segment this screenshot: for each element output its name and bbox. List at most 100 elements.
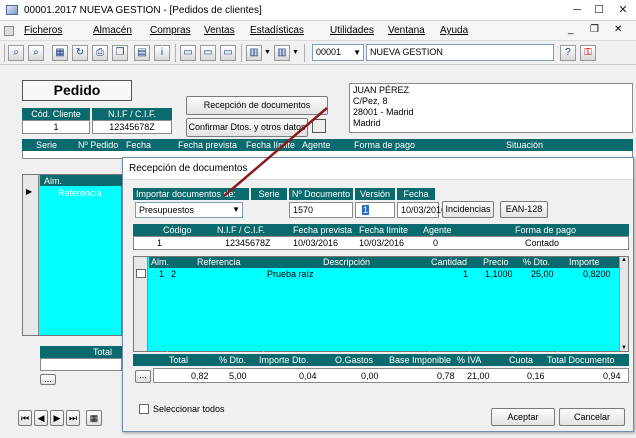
next-record-button[interactable]: ▶ (50, 410, 64, 426)
copy-icon[interactable]: ❐ (112, 45, 128, 61)
col-cantidad: Cantidad (431, 257, 468, 267)
client-address-box: JUAN PÉREZ C/Pez, 8 28001 - Madrid Madri… (349, 83, 633, 133)
col-fecha-limite: Fecha límite (246, 140, 296, 150)
col-alm: Alm. (151, 257, 169, 267)
scroll-down-icon[interactable]: ▼ (621, 345, 627, 351)
select-all-checkbox[interactable] (139, 404, 149, 414)
incidencias-button[interactable]: Incidencias (442, 201, 494, 218)
windows-icon[interactable]: ▭ (200, 45, 216, 61)
totals-more-button[interactable]: ... (135, 370, 151, 383)
accept-button[interactable]: Aceptar (491, 408, 555, 426)
client-code-field[interactable]: 1 (22, 120, 90, 134)
mdi-restore-icon[interactable]: ❐ (590, 24, 599, 35)
system-menu-icon[interactable] (4, 26, 14, 36)
total-value: 0,82 (191, 371, 209, 381)
col-total-documento: Total Documento (547, 355, 615, 365)
minimize-button[interactable]: ─ (568, 3, 586, 17)
col-importe-dto: Importe Dto. (259, 355, 309, 365)
calculator-icon[interactable]: ▦ (52, 45, 68, 61)
iva-value: 21,00 (467, 371, 490, 381)
col-serie: Serie (36, 140, 58, 150)
printer-icon[interactable]: ⎙ (92, 45, 108, 61)
col-num-pedido: Nº Pedido (78, 140, 119, 150)
nif-field[interactable]: 12345678Z (92, 120, 172, 134)
ean-128-button[interactable]: EAN-128 (500, 201, 548, 218)
previous-record-button[interactable]: ◀ (34, 410, 48, 426)
copy-document-icon[interactable] (312, 119, 326, 133)
reception-documents-button[interactable]: Recepción de documentos (186, 96, 328, 115)
serie-header: Serie (251, 188, 287, 200)
client-fecha-limite-value: 10/03/2016 (359, 238, 405, 248)
maximize-button[interactable]: ☐ (590, 3, 608, 17)
col-dto: % Dto. (523, 257, 551, 267)
company-name: NUEVA GESTION (370, 47, 443, 57)
col-situacion: Situación (506, 140, 544, 150)
row-checkbox[interactable] (136, 269, 146, 278)
lines-header: Alm. Referencia (40, 175, 122, 198)
binoculars-next-icon[interactable]: ⌕ (28, 45, 44, 61)
line-alm: 1 (159, 269, 165, 279)
menu-ventas[interactable]: Ventas (204, 25, 235, 36)
menu-ayuda[interactable]: Ayuda (440, 25, 468, 36)
col-nif: N.I.F / C.I.F. (217, 225, 266, 235)
scroll-up-icon[interactable]: ▲ (621, 257, 627, 263)
col-fecha-prevista: Fecha prevista (293, 225, 353, 235)
total-documento-value: 0,94 (603, 371, 621, 381)
layout2-icon[interactable]: ▥ (274, 45, 290, 61)
chevron-down-icon[interactable]: ▼ (232, 203, 240, 217)
window-icon[interactable]: ▭ (180, 45, 196, 61)
fecha-field[interactable]: 10/03/2016 (397, 202, 446, 218)
info-icon[interactable]: i (154, 45, 170, 61)
help-icon[interactable]: ? (560, 45, 576, 61)
menu-compras[interactable]: Compras (150, 25, 191, 36)
calc-record-button[interactable]: ▦ (86, 410, 102, 426)
select-all-label: Seleccionar todos (153, 404, 225, 414)
totals-row (153, 368, 629, 383)
title-bar: 00001.2017 NUEVA GESTION - [Pedidos de c… (0, 0, 636, 21)
line-referencia: 2 (171, 269, 177, 279)
col-forma-pago: Forma de pago (354, 140, 416, 150)
last-record-button[interactable]: ⏭ (66, 410, 80, 426)
archive-icon[interactable]: ▤ (134, 45, 150, 61)
lock-icon[interactable]: ⚿ (580, 45, 596, 61)
menu-almacen[interactable]: Almacén (93, 25, 132, 36)
col-agente: Agente (302, 140, 331, 150)
client-code-header: Cód. Cliente (22, 108, 90, 120)
menu-ficheros[interactable]: Ficheros (24, 25, 62, 36)
num-doc-field[interactable]: 1570 (289, 202, 353, 218)
company-name-field[interactable]: NUEVA GESTION (366, 44, 554, 61)
layout-icon[interactable]: ▥ (246, 45, 262, 61)
col-ogastos: O.Gastos (335, 355, 374, 365)
line-dto: 25,00 (531, 269, 554, 279)
menu-utilidades[interactable]: Utilidades (330, 25, 374, 36)
address-province: Madrid (353, 118, 381, 128)
lines-scrollbar[interactable]: ▲ ▼ (619, 257, 628, 351)
importe-dto-value: 0,04 (299, 371, 317, 381)
toolbar: ⌕ ⌕ ▦ ↻ ⎙ ❐ ▤ i ▭ ▭ ▭ ▥ ▼ ▥ ▼ 00001 ▼ NU… (0, 41, 636, 65)
first-record-button[interactable]: ⏮ (18, 410, 32, 426)
version-value: 1 (362, 205, 370, 215)
version-field[interactable]: 1 (355, 202, 395, 218)
menu-ventana[interactable]: Ventana (388, 25, 425, 36)
confirm-discounts-button[interactable]: Confirmar Dtos. y otros datos (186, 118, 308, 137)
import-type-select[interactable]: Presupuestos ▼ (135, 202, 243, 218)
mdi-close-icon[interactable]: ✕ (614, 24, 622, 35)
col-fecha-limite: Fecha límite (359, 225, 409, 235)
order-more-button[interactable]: ... (40, 374, 56, 385)
mdi-minimize-icon[interactable]: _ (568, 24, 574, 35)
line-importe: 0,8200 (583, 269, 611, 279)
chevron-down-icon[interactable]: ▼ (292, 49, 299, 56)
company-code-select[interactable]: 00001 ▼ (312, 44, 364, 61)
dialog-lines-grid[interactable] (133, 256, 629, 352)
binoculars-icon[interactable]: ⌕ (8, 45, 24, 61)
menu-estadisticas[interactable]: Estadísticas (250, 25, 304, 36)
refresh-icon[interactable]: ↻ (72, 45, 88, 61)
close-button[interactable]: ✕ (614, 3, 632, 17)
chevron-down-icon[interactable]: ▼ (264, 49, 271, 56)
cancel-button[interactable]: Cancelar (559, 408, 625, 426)
chevron-down-icon[interactable]: ▼ (353, 45, 361, 60)
col-cuota: Cuota (509, 355, 534, 365)
window-close-icon[interactable]: ▭ (220, 45, 236, 61)
reception-dialog: Recepción de documentos Importar documen… (122, 157, 634, 432)
line-precio: 1,1000 (485, 269, 513, 279)
